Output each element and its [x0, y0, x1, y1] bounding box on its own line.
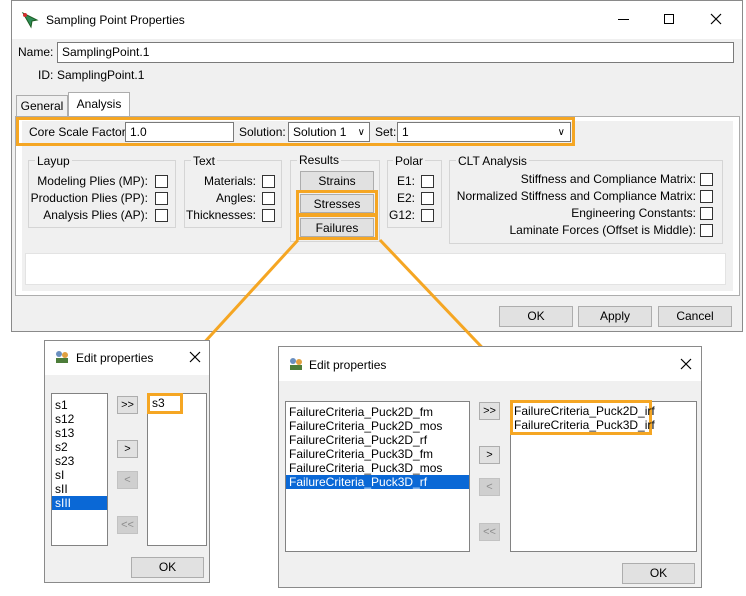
chosen-item[interactable]: FailureCriteria_Puck3D_irf	[513, 418, 655, 432]
list-item[interactable]: s2	[52, 440, 107, 454]
list-item[interactable]: FailureCriteria_Puck3D_fm	[286, 447, 469, 461]
list-item[interactable]: FailureCriteria_Puck2D_mos	[286, 419, 469, 433]
properties-icon	[54, 349, 70, 365]
dialog-title-bar: Edit properties	[279, 347, 701, 381]
dialog-title: Edit properties	[309, 358, 387, 372]
add-all-button[interactable]: >>	[479, 402, 500, 420]
list-item[interactable]: FailureCriteria_Puck2D_fm	[286, 405, 469, 419]
list-item[interactable]: FailureCriteria_Puck2D_rf	[286, 433, 469, 447]
add-button[interactable]: >	[117, 440, 138, 458]
remove-button[interactable]: <	[479, 478, 500, 496]
dialog-title-bar: Edit properties	[45, 341, 209, 375]
add-button[interactable]: >	[479, 446, 500, 464]
ok-button[interactable]: OK	[131, 557, 204, 578]
chosen-list[interactable]	[147, 393, 207, 546]
ok-button[interactable]: OK	[622, 563, 695, 584]
available-list[interactable]: s1 s12 s13 s2 s23 sI sII sIII	[51, 393, 108, 546]
chosen-item[interactable]: FailureCriteria_Puck2D_irf	[513, 404, 655, 418]
highlight-chosen-items: FailureCriteria_Puck2D_irf FailureCriter…	[510, 400, 655, 435]
list-item[interactable]: s23	[52, 454, 107, 468]
list-item[interactable]: FailureCriteria_Puck3D_mos	[286, 461, 469, 475]
list-item[interactable]: s13	[52, 426, 107, 440]
list-item[interactable]: s12	[52, 412, 107, 426]
list-item[interactable]: sII	[52, 482, 107, 496]
stress-edit-properties-dialog: Edit properties s1 s12 s13 s2 s23 sI sII…	[44, 340, 210, 583]
list-item[interactable]: s1	[52, 398, 107, 412]
dialog-title: Edit properties	[76, 351, 154, 365]
list-item-selected[interactable]: FailureCriteria_Puck3D_rf	[286, 475, 469, 489]
highlight-chosen-s3: s3	[147, 393, 183, 414]
close-icon[interactable]	[679, 356, 693, 372]
remove-button[interactable]: <	[117, 471, 138, 489]
list-item-selected[interactable]: sIII	[52, 496, 107, 510]
available-list[interactable]: FailureCriteria_Puck2D_fm FailureCriteri…	[285, 401, 470, 552]
list-item[interactable]: sI	[52, 468, 107, 482]
chosen-item[interactable]: s3	[150, 396, 180, 410]
properties-icon	[288, 356, 304, 372]
remove-all-button[interactable]: <<	[479, 523, 500, 541]
close-icon[interactable]	[188, 349, 202, 365]
remove-all-button[interactable]: <<	[117, 516, 138, 534]
failure-edit-properties-dialog: Edit properties FailureCriteria_Puck2D_f…	[278, 346, 702, 588]
add-all-button[interactable]: >>	[117, 396, 138, 414]
